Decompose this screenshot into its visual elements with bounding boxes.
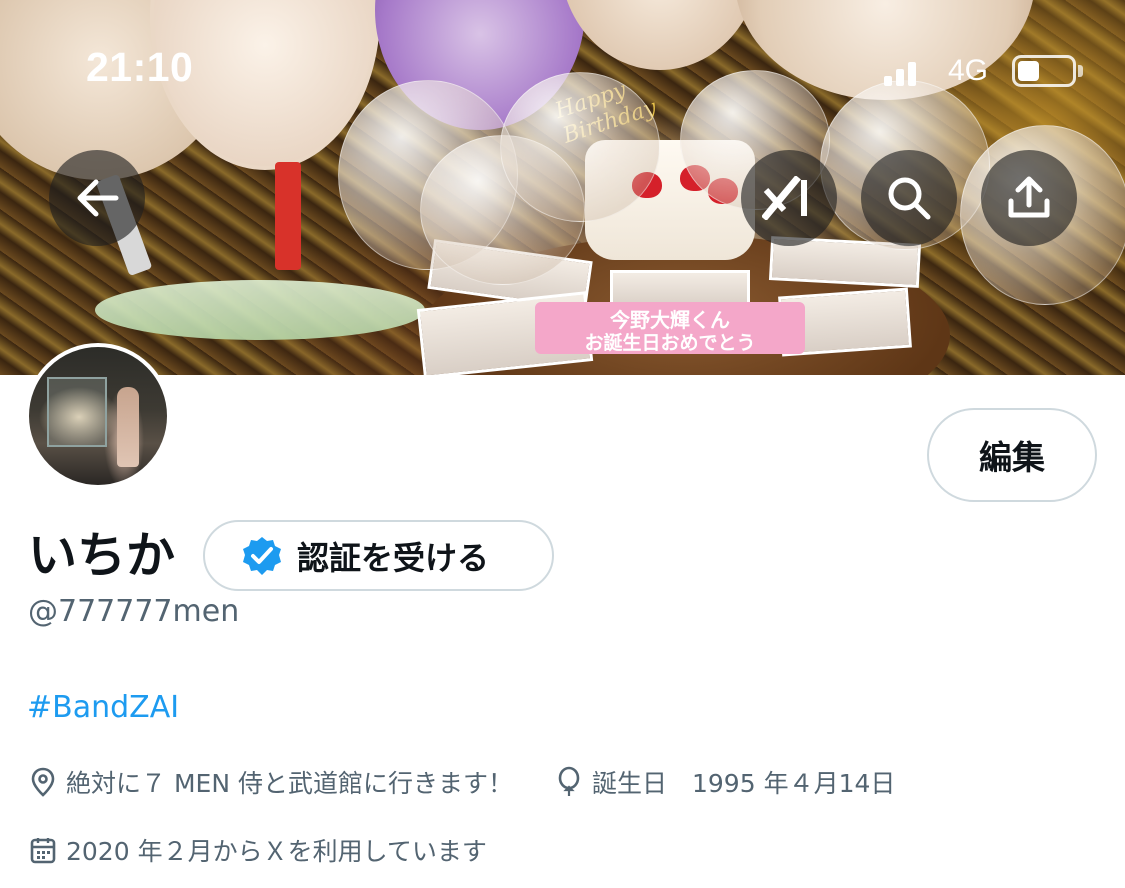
search-button[interactable] (861, 150, 957, 246)
back-button[interactable] (49, 150, 145, 246)
battery-level (1018, 61, 1039, 81)
verified-badge-icon (243, 536, 281, 575)
message-plate-line2: お誕生日おめでとう (584, 332, 756, 354)
calendar-icon (30, 838, 56, 864)
message-plate: 今野大輝くん お誕生日おめでとう (535, 302, 805, 354)
edit-profile-button[interactable]: 編集 (927, 408, 1097, 502)
fan-handle (275, 162, 301, 270)
profile-location: 絶対に７ MEN 侍と武道館に行きます！ (30, 764, 513, 800)
profile-birthday: 誕生日 1995 年４月14日 (556, 764, 895, 800)
bio-hashtag-link[interactable]: #BandZAI (27, 690, 179, 725)
battery-icon (1012, 55, 1076, 87)
banner-fan (560, 0, 760, 70)
grok-button[interactable] (741, 150, 837, 246)
grok-icon (762, 176, 807, 220)
status-time: 21:10 (86, 44, 194, 90)
profile-join-date: 2020 年２月からＸを利用しています (30, 832, 487, 868)
display-name: いちか (28, 527, 176, 584)
user-handle: @777777men (28, 594, 240, 629)
avatar-person (117, 387, 139, 467)
banner-fan-row (95, 280, 425, 340)
share-button[interactable] (981, 150, 1077, 246)
location-pin-icon (31, 767, 55, 797)
avatar[interactable] (25, 343, 171, 489)
network-type: 4G (948, 54, 989, 87)
join-date-text: 2020 年２月からＸを利用しています (66, 837, 487, 866)
birthday-text: 誕生日 1995 年４月14日 (592, 769, 896, 798)
balloon-icon (558, 766, 580, 796)
signal-strength-icon (884, 60, 924, 86)
avatar-display-case (47, 377, 107, 447)
arrow-left-icon (77, 179, 119, 217)
get-verified-button[interactable]: 認証を受ける (203, 520, 554, 591)
share-icon (1008, 176, 1050, 218)
search-icon (888, 177, 931, 220)
battery-cap (1078, 65, 1083, 77)
balloon (500, 72, 660, 222)
get-verified-label: 認証を受ける (297, 538, 490, 577)
profile-banner[interactable]: Happy Birthday 今野大輝くん お誕生日おめでとう 21:10 4G (0, 0, 1125, 375)
location-text: 絶対に７ MEN 侍と武道館に行きます！ (66, 769, 513, 798)
